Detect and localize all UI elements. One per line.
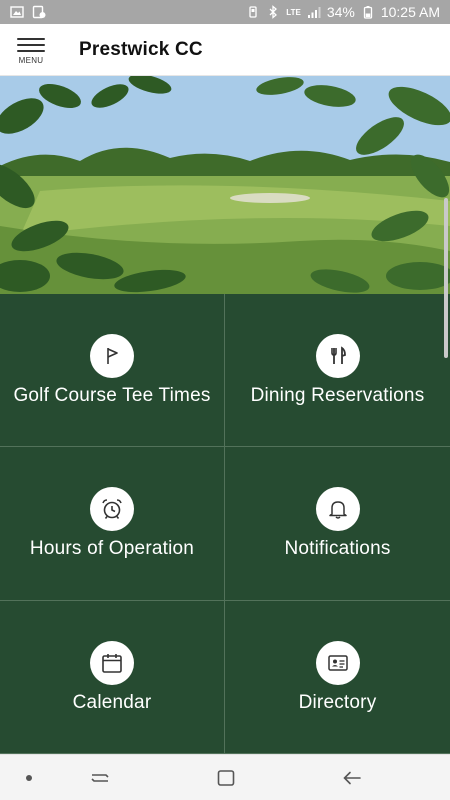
dot-icon (26, 775, 32, 781)
menu-button[interactable]: MENU (0, 24, 62, 76)
menu-label: MENU (18, 56, 44, 65)
page-title: Prestwick CC (79, 38, 203, 60)
recents-icon (91, 774, 109, 782)
tile-notifications[interactable]: Notifications (225, 447, 450, 601)
clock: 10:25 AM (380, 4, 440, 20)
feature-grid: Golf Course Tee Times Dining Reservation… (0, 294, 450, 754)
hamburger-icon (17, 38, 45, 52)
back-arrow-icon (343, 771, 361, 785)
app-bar: MENU Prestwick CC (0, 24, 450, 76)
recents-button[interactable] (86, 767, 114, 789)
tile-directory[interactable]: Directory (225, 601, 450, 754)
signal-icon (307, 7, 321, 18)
tile-hours-of-operation[interactable]: Hours of Operation (0, 447, 225, 601)
status-bar: LTE 34% 10:25 AM (0, 0, 450, 24)
id-card-icon (315, 640, 360, 685)
system-navigation-bar (0, 754, 450, 800)
battery-icon (363, 6, 372, 19)
utensils-icon (315, 333, 360, 378)
tile-label: Hours of Operation (29, 538, 195, 559)
screenshot-notification-icon (32, 5, 46, 19)
home-button[interactable] (212, 767, 240, 789)
tile-calendar[interactable]: Calendar (0, 601, 225, 754)
home-square-icon (217, 770, 235, 786)
network-type: LTE (286, 7, 301, 17)
alarm-clock-icon (90, 487, 134, 531)
golf-course-photo (0, 76, 450, 294)
tile-label: Dining Reservations (250, 384, 425, 406)
tile-label: Golf Course Tee Times (13, 384, 211, 406)
tile-golf-tee-times[interactable]: Golf Course Tee Times (0, 294, 225, 447)
tile-dining-reservations[interactable]: Dining Reservations (225, 294, 450, 447)
flag-icon (90, 333, 134, 378)
gallery-notification-icon (10, 6, 24, 18)
calendar-icon (90, 640, 134, 685)
back-button[interactable] (338, 767, 366, 789)
tile-label: Notifications (284, 538, 391, 559)
bluetooth-icon (269, 5, 278, 19)
bell-icon (315, 487, 360, 531)
vibrate-icon (249, 6, 257, 18)
dot-indicator-button[interactable] (22, 771, 36, 785)
scrollbar-thumb[interactable] (444, 198, 448, 358)
tile-label: Directory (298, 691, 377, 713)
tile-label: Calendar (72, 691, 152, 713)
battery-percent: 34% (326, 4, 355, 20)
